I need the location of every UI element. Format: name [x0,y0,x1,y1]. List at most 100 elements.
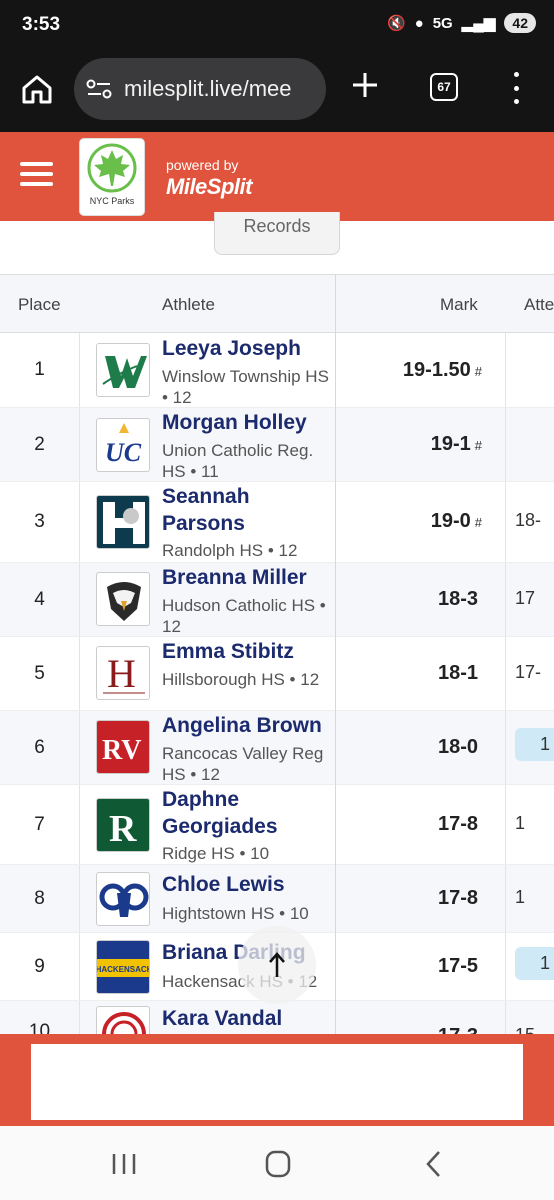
header-place[interactable]: Place [18,295,61,315]
header-attempts[interactable]: Atte [524,295,554,315]
mark-cell: 17-3 [336,1025,482,1034]
rancocas-valley-logo: RV [96,720,150,774]
site-settings-icon[interactable] [86,78,112,100]
place-cell: 6 [0,711,80,784]
table-row[interactable]: 1 Leeya Joseph Winslow Township HS • 12 … [0,333,554,408]
table-row[interactable]: 5 H Emma Stibitz Hillsborough HS • 12 18… [0,637,554,711]
new-tab-button[interactable] [350,70,380,100]
place-cell: 3 [0,482,80,562]
ad-footer [0,1034,554,1126]
recent-apps-icon [112,1154,136,1174]
header-mark[interactable]: Mark [440,295,478,315]
table-row[interactable]: 8 Chloe Lewis Hightstown HS • 10 17-8 1 [0,865,554,933]
athlete-name-link[interactable]: Seannah Parsons [162,483,332,537]
ridge-r-logo: R [96,798,150,852]
cell-divider [505,785,506,864]
mark-cell: 19-0 # [336,510,482,533]
mark-cell: 17-8 [336,813,482,836]
back-icon [426,1151,440,1177]
athlete-name-link[interactable]: Daphne Georgiades [162,786,332,840]
plus-icon [353,73,377,97]
system-back-button[interactable] [414,1148,454,1180]
url-text[interactable]: milesplit.live/mee [124,76,292,102]
athlete-name-link[interactable]: Angelina Brown [162,712,332,739]
winslow-w-logo [96,343,150,397]
table-header: Place Athlete Mark Atte [0,275,554,333]
mark-value: 19-0 [430,510,471,532]
mute-icon: 🔇 [386,15,406,32]
mark-cell: 19-1.50 # [336,359,482,382]
athlete-name-link[interactable]: Kara Vandal [162,1005,332,1032]
cell-divider [505,1001,506,1034]
attempt-cell-highlight: 1 [515,728,554,761]
table-row[interactable]: 4 Breanna Miller Hudson Catholic HS • 12… [0,563,554,637]
table-row[interactable]: 2 UC Morgan Holley Union Catholic Reg. H… [0,408,554,482]
table-row[interactable]: 6 RV Angelina Brown Rancocas Valley Reg … [0,711,554,785]
menu-dot-icon [513,85,519,91]
maple-leaf-icon [87,143,137,193]
mark-cell: 19-1 # [336,433,482,456]
mark-value: 18-3 [437,588,478,610]
system-home-button[interactable] [258,1148,298,1180]
svg-text:UC: UC [105,438,142,467]
system-nav-bar [0,1126,554,1200]
athlete-name-link[interactable]: Leeya Joseph [162,335,332,362]
mark-cell: 17-5 [336,955,482,978]
place-cell: 1 [0,333,80,407]
table-row[interactable]: 10 Kara Vandal 17-3 15 [0,1001,554,1034]
cell-divider [505,933,506,1000]
logo-text: NYC Parks [89,196,135,206]
athlete-meta: Hillsborough HS • 12 [162,670,320,689]
athlete-meta: Hightstown HS • 10 [162,904,309,923]
attempt-cell: 1 [515,813,526,833]
home-icon [22,75,52,104]
athlete-meta: Randolph HS • 12 [162,541,298,560]
athlete-name-link[interactable]: Chloe Lewis [162,871,332,898]
milesplit-brand[interactable]: MileSplit [166,174,252,200]
attempt-cell: 17 [515,588,536,608]
mark-cell: 18-3 [336,588,482,611]
hamburger-menu-button[interactable] [20,162,53,186]
athlete-meta: Winslow Township HS • 12 [162,367,329,407]
svg-text:RV: RV [102,735,141,766]
table-row[interactable]: 3 Seannah Parsons Randolph HS • 12 19-0 #… [0,482,554,563]
table-row[interactable]: 7 R Daphne Georgiades Ridge HS • 10 17-8… [0,785,554,865]
mark-cell: 18-1 [336,662,482,685]
mark-flag: # [474,515,482,530]
scroll-to-top-button[interactable] [238,926,316,1004]
mark-value: 17-8 [437,887,478,909]
athlete-name-link[interactable]: Breanna Miller [162,564,332,591]
recent-apps-button[interactable] [104,1148,144,1180]
place-cell: 9 [0,933,80,1000]
browser-toolbar: milesplit.live/mee 67 [0,52,554,132]
browser-menu-button[interactable] [508,72,524,104]
mark-value: 19-1 [430,433,471,455]
nyc-parks-logo[interactable]: NYC Parks [79,138,145,216]
attempt-cell-highlight: 1 [515,947,554,980]
hamburger-line [20,172,53,176]
cell-divider [505,482,506,562]
mark-value: 19-1.50 [402,359,471,381]
network-label: 5G [432,14,453,32]
hamburger-line [20,182,53,186]
url-bar[interactable]: milesplit.live/mee [74,58,326,120]
ad-banner[interactable] [31,1044,523,1120]
cell-divider [505,637,506,710]
home-button[interactable] [20,72,54,106]
athlete-name-link[interactable]: Emma Stibitz [162,638,332,665]
mark-value: 17-3 [438,1025,478,1034]
tab-switcher-button[interactable]: 67 [430,73,458,101]
athlete-name-link[interactable]: Morgan Holley [162,409,332,436]
mark-value: 18-1 [437,662,478,684]
attempt-cell: 15 [515,1025,535,1034]
signal-icon: ▂▄▆ [461,15,496,32]
hackensack-logo-text: HACKENSACK [97,965,150,974]
athlete-meta: Ridge HS • 10 [162,844,270,863]
place-cell: 4 [0,563,80,636]
header-athlete[interactable]: Athlete [162,295,215,315]
hudson-eagle-logo [96,572,150,626]
mark-cell: 17-8 [336,887,482,910]
records-tab[interactable]: Records [214,212,340,255]
attempt-cell: 18- [515,510,542,530]
column-divider [335,275,336,1034]
